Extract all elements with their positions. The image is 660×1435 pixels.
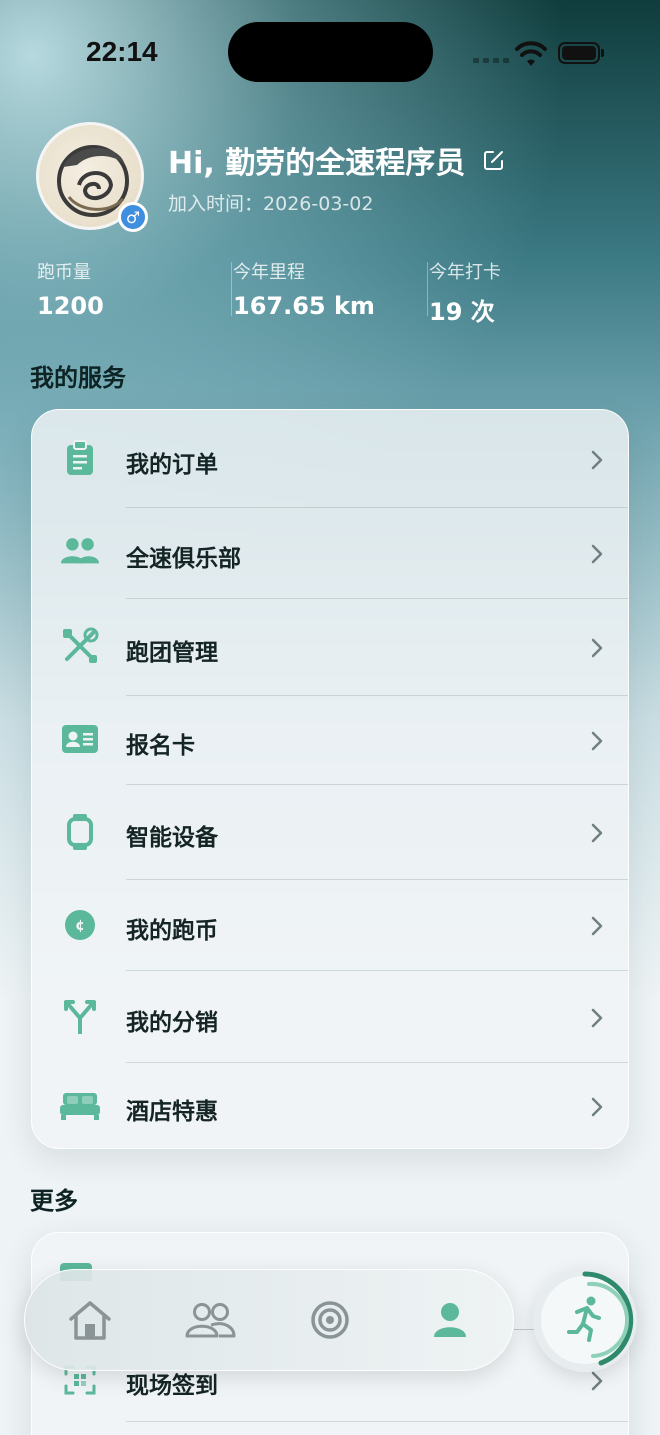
join-date-value: 2026-03-02	[263, 193, 374, 215]
service-item-run-coins[interactable]: ¢ 我的跑币	[32, 879, 628, 971]
stat-divider	[231, 262, 232, 316]
divider-line	[514, 1329, 534, 1330]
services-card: 我的订单 全速俱乐部 跑团管理 报名卡 智能设备 ¢ 我的跑币 我的分销 酒店特…	[31, 409, 629, 1149]
stat-coins[interactable]: 跑币量 1200	[37, 258, 227, 322]
service-item-label: 我的订单	[126, 452, 218, 478]
row-divider	[126, 1421, 628, 1422]
dynamic-island	[228, 22, 433, 82]
battery-cap	[601, 49, 604, 57]
run-progress-ring	[541, 1271, 634, 1366]
service-item-orders[interactable]: 我的订单	[32, 412, 628, 504]
chevron-right-icon	[591, 1008, 603, 1028]
stat-coins-label: 跑币量	[37, 262, 91, 283]
service-item-label: 报名卡	[126, 733, 195, 759]
chevron-right-icon	[591, 544, 603, 564]
clipboard-icon	[60, 438, 100, 478]
chevron-right-icon	[591, 1097, 603, 1117]
tab-target[interactable]	[302, 1292, 358, 1348]
service-item-hotel-deals[interactable]: 酒店特惠	[32, 1060, 628, 1148]
tab-home[interactable]	[62, 1292, 118, 1348]
service-item-team-management[interactable]: 跑团管理	[32, 600, 628, 692]
wifi-icon	[515, 41, 547, 66]
service-item-label: 跑团管理	[126, 640, 218, 666]
profile-greeting: Hi, 勤劳的全速程序员	[168, 146, 466, 181]
stat-mileage-label: 今年里程	[233, 262, 305, 283]
tab-me[interactable]	[422, 1292, 478, 1348]
service-item-registration-card[interactable]: 报名卡	[32, 694, 628, 786]
tools-icon	[60, 626, 100, 666]
people-outline-icon	[185, 1303, 236, 1338]
stat-divider	[427, 262, 428, 316]
split-arrow-icon	[60, 997, 100, 1037]
status-time: 22:14	[86, 36, 158, 67]
services-section-title: 我的服务	[30, 364, 126, 392]
service-item-label: 智能设备	[126, 825, 218, 851]
stat-coins-value: 1200	[37, 292, 104, 320]
home-icon	[69, 1301, 111, 1340]
chevron-right-icon	[591, 916, 603, 936]
svg-text:¢: ¢	[75, 918, 85, 934]
more-item-label: 现场签到	[126, 1373, 218, 1399]
coin-icon: ¢	[60, 905, 100, 945]
target-icon	[311, 1301, 349, 1339]
service-item-club[interactable]: 全速俱乐部	[32, 507, 628, 599]
stat-mileage-value: 167.65 km	[233, 292, 375, 320]
row-divider	[126, 784, 628, 785]
chevron-right-icon	[591, 450, 603, 470]
bottom-tab-bar	[24, 1269, 514, 1371]
chevron-right-icon	[591, 731, 603, 751]
stats-row: 跑币量 1200 今年里程 167.65 km 今年打卡 19 次	[0, 258, 660, 328]
start-run-button[interactable]	[533, 1268, 637, 1372]
status-bar: 22:14	[0, 0, 660, 100]
service-item-label: 全速俱乐部	[126, 546, 241, 572]
chevron-right-icon	[591, 638, 603, 658]
stat-mileage[interactable]: 今年里程 167.65 km	[233, 258, 423, 322]
service-item-distribution[interactable]: 我的分销	[32, 971, 628, 1063]
cellular-signal-icon	[473, 58, 509, 63]
row-divider	[126, 598, 628, 599]
stat-checkins-label: 今年打卡	[429, 262, 501, 283]
chevron-right-icon	[591, 1371, 603, 1391]
avatar[interactable]: ♂	[36, 122, 148, 232]
service-item-label: 我的跑币	[126, 918, 218, 944]
edit-icon[interactable]	[482, 148, 506, 172]
service-item-label: 我的分销	[126, 1010, 218, 1036]
id-card-icon	[60, 719, 100, 759]
more-section-title: 更多	[30, 1187, 78, 1215]
gender-male-icon: ♂	[118, 202, 148, 232]
bed-icon	[60, 1086, 100, 1126]
stat-checkins[interactable]: 今年打卡 19 次	[429, 258, 619, 326]
person-icon	[434, 1303, 466, 1337]
service-item-label: 酒店特惠	[126, 1099, 218, 1125]
service-item-smart-device[interactable]: 智能设备	[32, 786, 628, 878]
tab-community[interactable]	[182, 1292, 238, 1348]
people-icon	[60, 531, 100, 571]
chevron-right-icon	[591, 823, 603, 843]
smartwatch-icon	[60, 812, 100, 852]
battery-icon	[558, 42, 600, 64]
stat-checkins-value: 19 次	[429, 298, 495, 326]
join-date-label: 加入时间：	[168, 193, 264, 215]
join-date: 加入时间：2026-03-02	[168, 189, 373, 216]
